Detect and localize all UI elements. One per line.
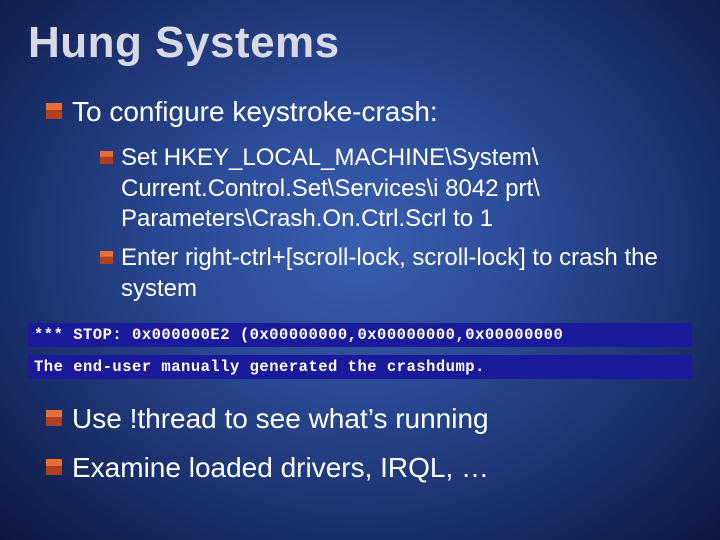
list-item: To configure keystroke-crash:: [46, 94, 692, 129]
list-item: Enter right-ctrl+[scroll-lock, scroll-lo…: [100, 243, 692, 304]
slide: Hung Systems To configure keystroke-cras…: [0, 0, 720, 485]
bullet-icon: [46, 103, 62, 119]
bullet-text: To configure keystroke-crash:: [72, 94, 692, 129]
bullet-text: Use !thread to see what’s running: [72, 401, 692, 436]
list-item: Use !thread to see what’s running: [46, 401, 692, 436]
page-title: Hung Systems: [28, 18, 692, 68]
bullet-icon: [100, 151, 113, 164]
bullet-text: Enter right-ctrl+[scroll-lock, scroll-lo…: [121, 243, 692, 304]
bullet-icon: [46, 459, 62, 475]
list-item: Set HKEY_LOCAL_MACHINE\System\ Current.C…: [100, 143, 692, 235]
crashdump-gap: [28, 347, 692, 355]
bullet-text: Set HKEY_LOCAL_MACHINE\System\ Current.C…: [121, 143, 692, 235]
crashdump-line: The end-user manually generated the cras…: [28, 355, 692, 379]
bullet-text: Examine loaded drivers, IRQL, …: [72, 450, 692, 485]
list-item: Examine loaded drivers, IRQL, …: [46, 450, 692, 485]
bullet-icon: [100, 251, 113, 264]
crashdump-line: *** STOP: 0x000000E2 (0x00000000,0x00000…: [28, 323, 692, 347]
crashdump-block: *** STOP: 0x000000E2 (0x00000000,0x00000…: [28, 323, 692, 379]
bullet-icon: [46, 410, 62, 426]
